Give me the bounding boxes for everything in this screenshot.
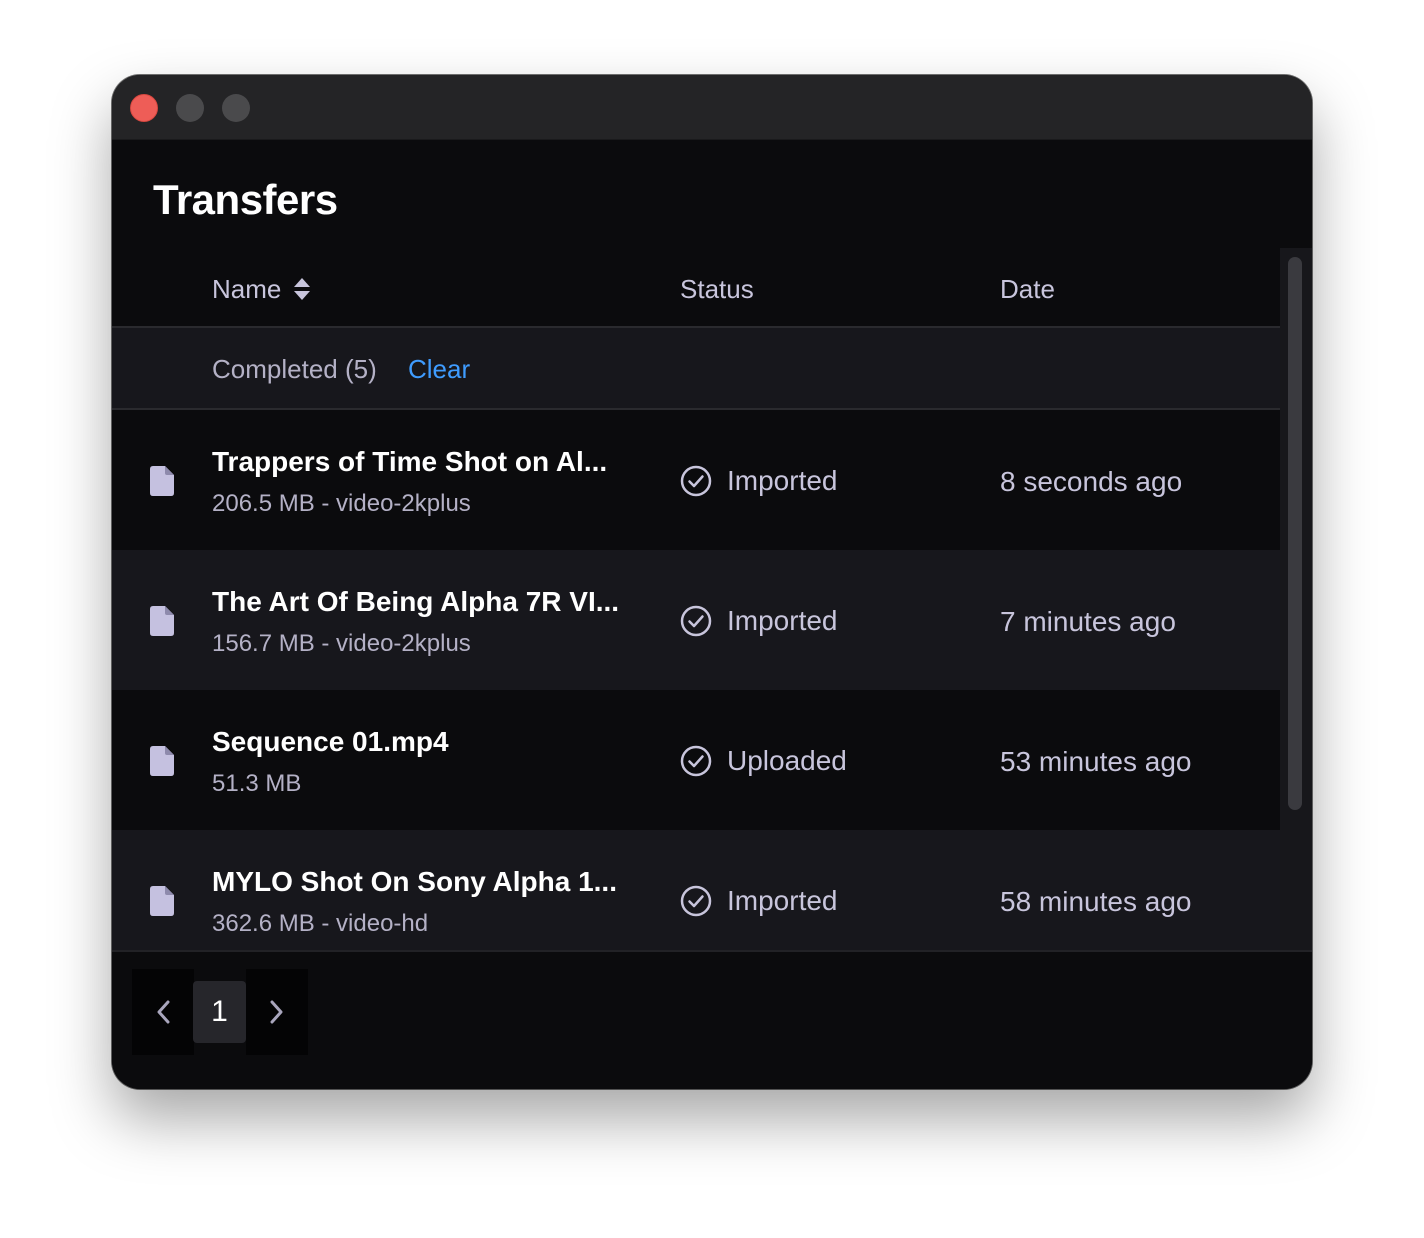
file-name: Sequence 01.mp4	[212, 726, 449, 757]
file-details: 362.6 MB - video-hd	[212, 910, 429, 937]
check-circle-icon	[680, 465, 712, 497]
status-cell: Imported	[680, 604, 838, 638]
date-text: 53 minutes ago	[1000, 746, 1192, 777]
file-details: 206.5 MB - video-2kplus	[212, 490, 471, 517]
scrollbar-thumb[interactable]	[1288, 257, 1302, 810]
check-circle-icon	[680, 605, 712, 637]
table-row[interactable]: MYLO Shot On Sony Alpha 1... 362.6 MB - …	[112, 830, 1280, 950]
page-number-button[interactable]: 1	[193, 981, 246, 1043]
column-header-status: Status	[680, 274, 754, 304]
status-text: Imported	[727, 605, 838, 636]
file-name: Trappers of Time Shot on Al...	[212, 446, 608, 477]
file-icon	[150, 746, 174, 776]
check-circle-icon	[680, 745, 712, 777]
status-cell: Uploaded	[680, 744, 847, 778]
file-icon	[150, 466, 174, 496]
status-cell: Imported	[680, 464, 838, 498]
table-header: Name Status Date	[112, 248, 1280, 328]
chevron-left-icon	[157, 1000, 170, 1024]
column-header-name[interactable]: Name	[212, 274, 311, 304]
group-label: Completed (5)	[212, 354, 377, 384]
status-cell: Imported	[680, 884, 838, 918]
scrollbar-track[interactable]	[1280, 248, 1312, 950]
file-icon	[150, 886, 174, 916]
group-header-completed: Completed (5) Clear	[112, 328, 1280, 410]
sort-icon	[294, 278, 311, 300]
file-name: MYLO Shot On Sony Alpha 1...	[212, 866, 617, 897]
date-text: 8 seconds ago	[1000, 466, 1183, 497]
chevron-right-icon	[270, 1000, 283, 1024]
file-icon	[150, 606, 174, 636]
table-row[interactable]: Sequence 01.mp4 51.3 MB Uploaded 53 minu…	[112, 690, 1280, 830]
status-text: Imported	[727, 885, 838, 916]
check-circle-icon	[680, 885, 712, 917]
file-details: 156.7 MB - video-2kplus	[212, 630, 471, 657]
date-text: 7 minutes ago	[1000, 606, 1176, 637]
title-bar	[112, 75, 1312, 140]
file-details: 51.3 MB	[212, 770, 302, 797]
file-name: The Art Of Being Alpha 7R VI...	[212, 586, 620, 617]
clear-button[interactable]: Clear	[408, 354, 470, 384]
pagination-footer: 1	[112, 950, 1312, 1089]
transfers-table: Name Status Date Completed (5) Clear Tra…	[112, 248, 1280, 950]
table-row[interactable]: Trappers of Time Shot on Al... 206.5 MB …	[112, 410, 1280, 550]
close-window-button[interactable]	[130, 94, 158, 122]
column-header-date: Date	[1000, 274, 1055, 304]
minimize-window-button[interactable]	[176, 94, 204, 122]
date-text: 58 minutes ago	[1000, 886, 1192, 917]
next-page-button[interactable]	[246, 969, 308, 1055]
column-header-name-label: Name	[212, 274, 282, 304]
previous-page-button[interactable]	[132, 969, 194, 1055]
table-row[interactable]: The Art Of Being Alpha 7R VI... 156.7 MB…	[112, 550, 1280, 690]
transfers-window: Transfers Name Status Date Completed (5)…	[112, 75, 1312, 1089]
maximize-window-button[interactable]	[222, 94, 250, 122]
status-text: Imported	[727, 465, 838, 496]
status-text: Uploaded	[727, 745, 847, 776]
page-title: Transfers	[153, 176, 338, 223]
